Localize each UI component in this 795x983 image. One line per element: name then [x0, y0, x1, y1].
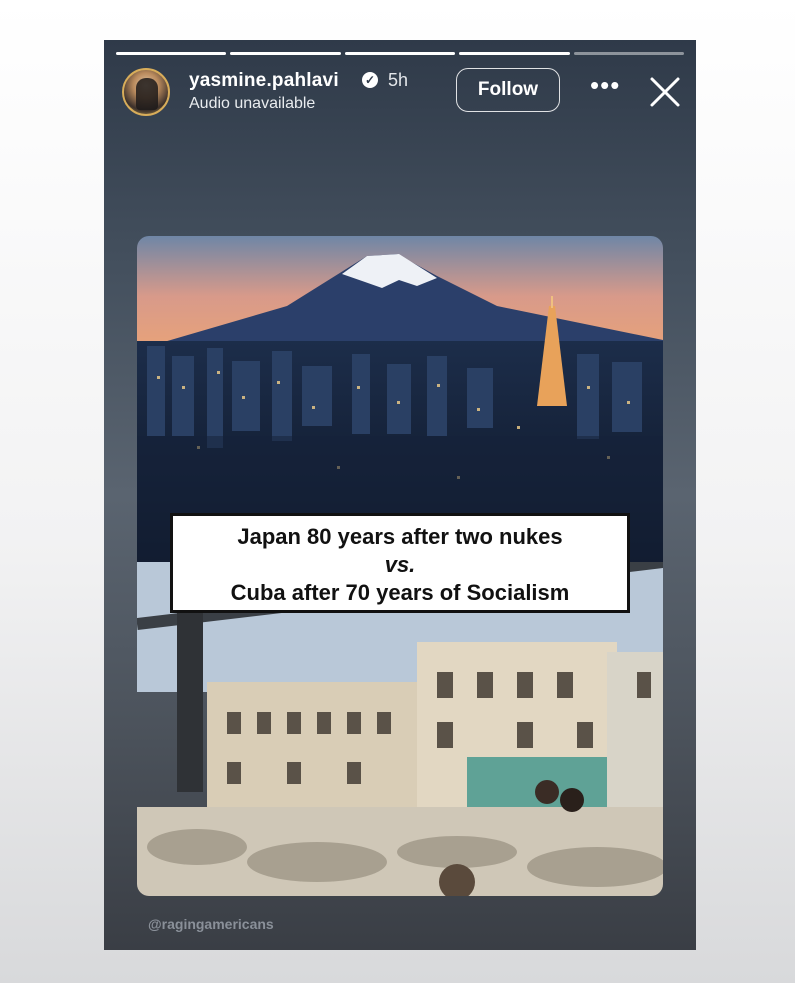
- audio-status: Audio unavailable: [189, 95, 316, 112]
- post-time: 5h: [388, 70, 409, 90]
- progress-segment: [344, 52, 456, 55]
- post-caption: Japan 80 years after two nukes vs. Cuba …: [170, 513, 630, 613]
- story-progress-bar: [116, 52, 685, 55]
- username[interactable]: yasmine.pahlavi: [189, 70, 339, 92]
- progress-segment: [459, 52, 570, 55]
- progress-segment: [573, 52, 685, 55]
- avatar-figure: [136, 78, 158, 110]
- caption-line-1: Japan 80 years after two nukes: [237, 524, 563, 549]
- story-header: yasmine.pahlavi ✓ 5h Audio unavailable F…: [104, 66, 696, 126]
- progress-segment: [116, 52, 227, 55]
- avatar[interactable]: [122, 68, 170, 116]
- progress-segment: [230, 52, 341, 55]
- caption-line-2: vs.: [384, 552, 416, 577]
- verified-badge-icon: ✓: [362, 72, 378, 88]
- caption-line-3: Cuba after 70 years of Socialism: [230, 580, 570, 605]
- more-options-icon[interactable]: •••: [590, 70, 620, 101]
- post-image[interactable]: Japan 80 years after two nukes vs. Cuba …: [137, 236, 663, 896]
- follow-button[interactable]: Follow: [456, 68, 560, 112]
- close-icon[interactable]: [649, 76, 681, 108]
- story-viewer[interactable]: yasmine.pahlavi ✓ 5h Audio unavailable F…: [104, 40, 696, 950]
- watermark: @ragingamericans: [148, 916, 274, 932]
